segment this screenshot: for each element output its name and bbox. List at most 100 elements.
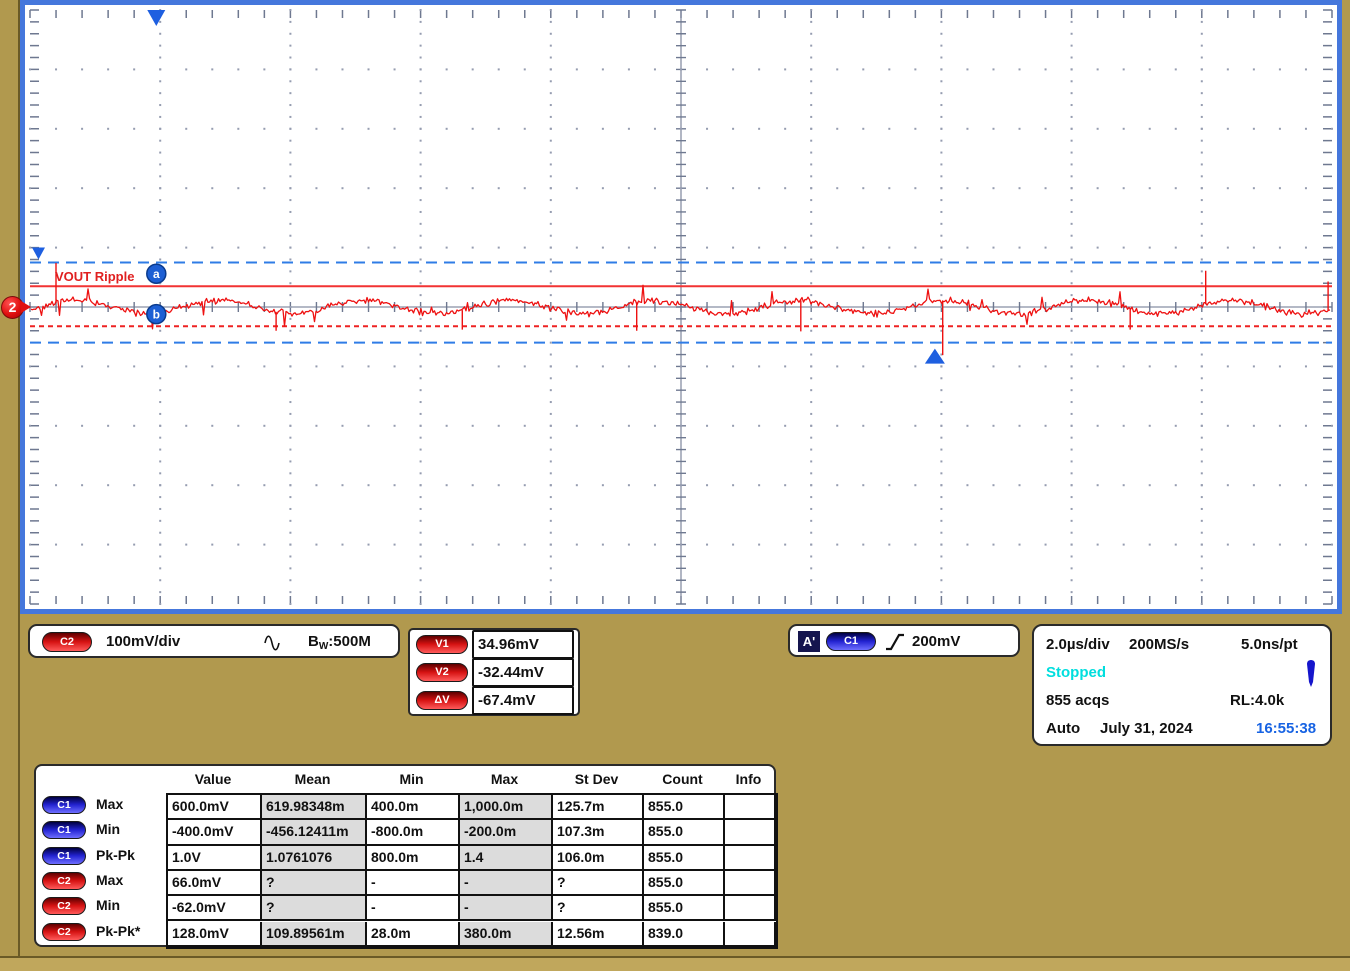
measurement-cell: 109.89561m xyxy=(262,922,367,947)
measurement-cell: -800.0m xyxy=(367,820,460,845)
measurement-row-label: C1 Max xyxy=(36,793,166,818)
column-header-count: Count xyxy=(642,771,723,787)
sine-wave-icon xyxy=(263,633,281,658)
measurement-row-label: C1 Pk-Pk xyxy=(36,844,166,869)
trigger-source-pill[interactable]: C1 xyxy=(826,632,876,651)
graticule xyxy=(29,9,1333,605)
measurement-channel-pill-c1[interactable]: C1 xyxy=(42,847,86,865)
time-label: 16:55:38 xyxy=(1256,720,1316,737)
timebase-scale: 2.0µs/div xyxy=(1046,636,1110,653)
svg-text:a: a xyxy=(153,267,160,281)
measurement-channel-pill-c1[interactable]: C1 xyxy=(42,796,86,814)
column-header-max: Max xyxy=(458,771,551,787)
date-label: July 31, 2024 xyxy=(1100,720,1193,737)
measurement-cell: 1.4 xyxy=(460,846,553,871)
cursor-readout-panel[interactable]: V1 34.96mV V2 -32.44mV ΔV -67.4mV xyxy=(408,628,580,716)
measurement-name: Max xyxy=(96,872,123,888)
trace-label: VOUT Ripple xyxy=(55,269,134,284)
measurement-cell: ? xyxy=(553,896,644,921)
measurement-name: Pk-Pk xyxy=(96,847,135,863)
measurement-cell: -200.0m xyxy=(460,820,553,845)
measurement-cell: 855.0 xyxy=(644,871,725,896)
measurement-name: Max xyxy=(96,796,123,812)
delta-v-value: -67.4mV xyxy=(472,686,574,715)
cursor-bubble-a[interactable]: a xyxy=(147,264,166,283)
measurement-cell: 28.0m xyxy=(367,922,460,947)
trigger-level-label: 200mV xyxy=(912,633,960,650)
bottom-position-marker[interactable] xyxy=(925,349,945,364)
channel-2-position-marker[interactable]: 2 xyxy=(1,295,35,319)
column-header-st-dev: St Dev xyxy=(551,771,642,787)
measurement-name: Pk-Pk* xyxy=(96,923,140,939)
svg-text:b: b xyxy=(153,308,160,322)
measurement-cell: ? xyxy=(262,896,367,921)
column-header-min: Min xyxy=(365,771,458,787)
measurement-cell: 619.98348m xyxy=(262,795,367,820)
measurement-name: Min xyxy=(96,897,120,913)
scope-display[interactable]: VOUT Ripple a b xyxy=(20,0,1342,614)
bezel-bottom-strip xyxy=(0,958,1350,971)
rising-edge-icon xyxy=(884,631,906,658)
v2-pill: V2 xyxy=(416,663,468,682)
measurement-cell: 66.0mV xyxy=(168,871,262,896)
measurement-cell: 1.0V xyxy=(168,846,262,871)
acquisition-count: 855 acqs xyxy=(1046,692,1109,709)
v1-pill: V1 xyxy=(416,635,468,654)
channel-scale-badge[interactable]: C2 100mV/div BW:500M xyxy=(28,624,400,658)
column-header-value: Value xyxy=(166,771,260,787)
measurement-channel-pill-c2[interactable]: C2 xyxy=(42,872,86,890)
measurement-cell: 839.0 xyxy=(644,922,725,947)
measurement-cell xyxy=(725,922,776,947)
delta-v-pill: ΔV xyxy=(416,691,468,710)
measurement-grid: 600.0mV619.98348m400.0m1,000.0m125.7m855… xyxy=(166,793,778,949)
cursor-v1-row: V1 34.96mV xyxy=(410,630,578,659)
measurement-cell: 1,000.0m xyxy=(460,795,553,820)
measurement-cell: 380.0m xyxy=(460,922,553,947)
measurement-channel-pill-c2[interactable]: C2 xyxy=(42,897,86,915)
measurement-row-label: C2 Max xyxy=(36,869,166,894)
measurement-cell: 107.3m xyxy=(553,820,644,845)
record-length: RL:4.0k xyxy=(1230,692,1284,709)
measurement-name: Min xyxy=(96,821,120,837)
vertical-scale-label: 100mV/div xyxy=(106,633,180,650)
waveform-plot-area[interactable]: VOUT Ripple a b xyxy=(25,5,1337,609)
measurement-cell: -456.12411m xyxy=(262,820,367,845)
cursor-bubble-b[interactable]: b xyxy=(147,305,166,324)
trigger-level-marker[interactable] xyxy=(32,247,45,259)
measurement-cell: - xyxy=(367,896,460,921)
sample-resolution: 5.0ns/pt xyxy=(1241,636,1298,653)
measurement-cell xyxy=(725,846,776,871)
bandwidth-label: BW:500M xyxy=(308,633,371,652)
measurement-table-header: ValueMeanMinMaxSt DevCountInfo xyxy=(36,766,774,793)
sample-rate: 200MS/s xyxy=(1129,636,1189,653)
measurement-row-label: C2 Min xyxy=(36,894,166,919)
column-header-mean: Mean xyxy=(260,771,365,787)
v1-value: 34.96mV xyxy=(472,630,574,659)
trigger-badge[interactable]: A' C1 200mV xyxy=(788,624,1020,657)
measurement-cell: 106.0m xyxy=(553,846,644,871)
trigger-position-marker[interactable] xyxy=(147,10,165,26)
measurement-cell: 855.0 xyxy=(644,820,725,845)
measurement-cell: 125.7m xyxy=(553,795,644,820)
measurement-cell: 128.0mV xyxy=(168,922,262,947)
v2-value: -32.44mV xyxy=(472,658,574,687)
measurement-cell: -62.0mV xyxy=(168,896,262,921)
cursor-dv-row: ΔV -67.4mV xyxy=(410,686,578,715)
column-header-info: Info xyxy=(723,771,774,787)
measurement-channel-pill-c1[interactable]: C1 xyxy=(42,821,86,839)
measurement-row-label: C2 Pk-Pk* xyxy=(36,920,166,945)
timebase-panel[interactable]: 2.0µs/div 200MS/s 5.0ns/pt Stopped 855 a… xyxy=(1032,624,1332,746)
measurement-cell: - xyxy=(367,871,460,896)
measurement-cell: 855.0 xyxy=(644,795,725,820)
measurement-cell: -400.0mV xyxy=(168,820,262,845)
measurement-cell: 1.0761076 xyxy=(262,846,367,871)
measurement-cell: 400.0m xyxy=(367,795,460,820)
channel-c2-pill[interactable]: C2 xyxy=(42,632,92,652)
measurement-row-label: C1 Min xyxy=(36,818,166,843)
measurement-cell xyxy=(725,896,776,921)
measurement-channel-pill-c2[interactable]: C2 xyxy=(42,923,86,941)
trigger-mode-label: Auto xyxy=(1046,720,1080,737)
channel-2-arrow-icon xyxy=(21,301,31,313)
measurement-cell xyxy=(725,795,776,820)
measurement-cell xyxy=(725,871,776,896)
